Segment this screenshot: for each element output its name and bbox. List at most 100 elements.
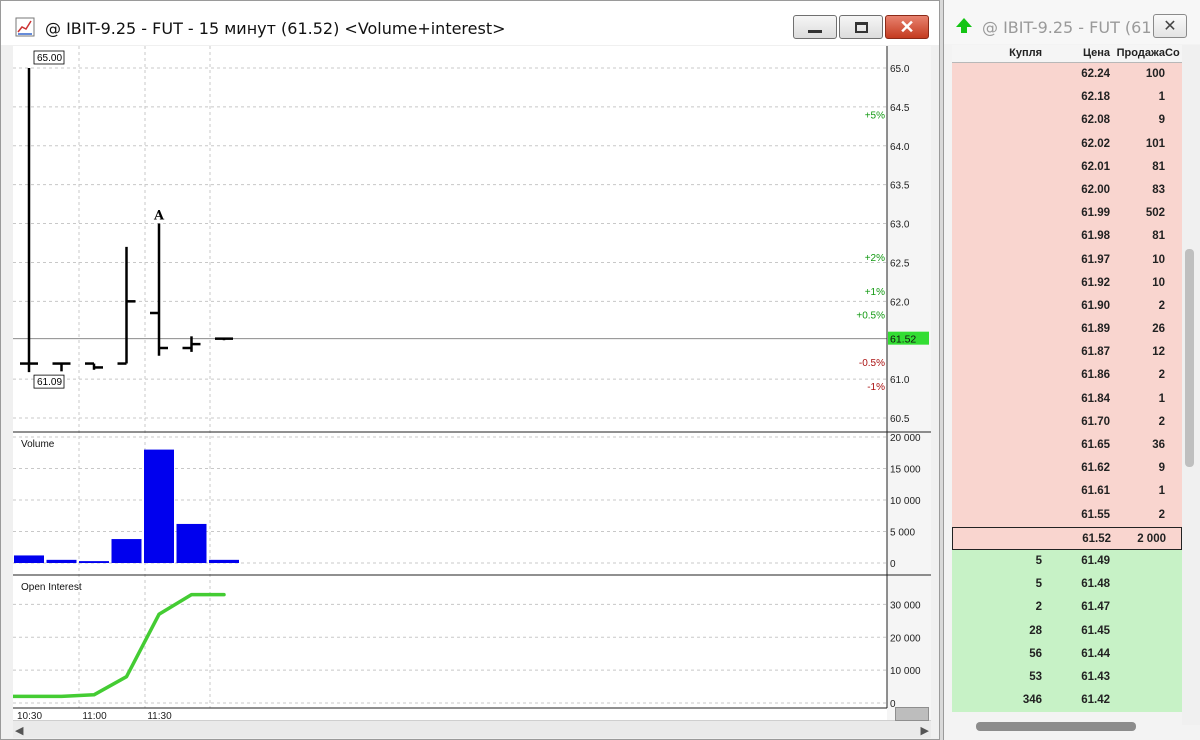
chart-area[interactable]: 65.0 64.5 64.0 63.5 63.0 62.5 62.0 61.0 60.5 61.5… bbox=[13, 46, 931, 720]
order-book-title: @ IBIT-9.25 - FUT (61.... bbox=[982, 18, 1172, 37]
ask-row[interactable]: 61.62 9 bbox=[952, 457, 1182, 481]
minimize-icon bbox=[808, 29, 822, 33]
bid-row[interactable]: 346 61.42 bbox=[952, 689, 1182, 713]
sell-cell: 9 bbox=[1158, 462, 1165, 475]
header-buy[interactable]: Купля bbox=[952, 47, 1042, 59]
scroll-thumb[interactable] bbox=[895, 707, 929, 721]
price-tick-label: 61.0 bbox=[890, 375, 910, 386]
price-cell: 61.43 bbox=[1081, 670, 1110, 683]
open-interest-tick-label: 10 000 bbox=[890, 666, 921, 677]
volume-tick-label: 0 bbox=[890, 559, 896, 570]
order-book-titlebar[interactable]: @ IBIT-9.25 - FUT (61.... ✕ bbox=[944, 0, 1200, 44]
sell-cell: 2 000 bbox=[1137, 532, 1166, 545]
price-cell: 61.42 bbox=[1081, 694, 1110, 707]
sell-cell: 2 bbox=[1158, 415, 1165, 428]
buy-cell: 28 bbox=[1029, 624, 1042, 637]
percent-level-label: +2% bbox=[865, 253, 885, 264]
order-book-close-button[interactable]: ✕ bbox=[1153, 14, 1187, 38]
chart-titlebar[interactable]: @ IBIT-9.25 - FUT - 15 минут (61.52) <Vo… bbox=[1, 1, 939, 45]
price-cell: 61.62 bbox=[1081, 462, 1110, 475]
close-button[interactable]: ✕ bbox=[885, 15, 929, 39]
ask-row[interactable]: 62.24 100 bbox=[952, 63, 1182, 87]
sell-cell: 2 bbox=[1158, 299, 1165, 312]
time-tick-label: 10:30 bbox=[17, 711, 42, 720]
order-book-rows: 62.24 100 62.18 1 62.08 9 62.02 101 62.01 81 62.00… bbox=[952, 63, 1182, 713]
ask-row[interactable]: 61.84 1 bbox=[952, 387, 1182, 411]
price-cell: 62.08 bbox=[1081, 114, 1110, 127]
header-price[interactable]: Цена bbox=[1042, 47, 1110, 59]
chart-horizontal-scrollbar[interactable]: ◀ ▶ bbox=[13, 707, 931, 738]
ask-row[interactable]: 61.99 502 bbox=[952, 202, 1182, 226]
ask-row[interactable]: 61.97 10 bbox=[952, 248, 1182, 272]
percent-level-label: +0.5% bbox=[856, 311, 885, 322]
price-tick-label: 64.0 bbox=[890, 142, 910, 153]
buy-cell: 53 bbox=[1029, 670, 1042, 683]
volume-bar bbox=[14, 555, 44, 563]
sell-cell: 9 bbox=[1158, 114, 1165, 127]
header-sell[interactable]: Продажа bbox=[1112, 47, 1165, 59]
time-tick-label: 11:00 bbox=[82, 711, 107, 720]
price-cell: 61.98 bbox=[1081, 230, 1110, 243]
percent-level-label: -0.5% bbox=[859, 358, 885, 369]
maximize-button[interactable] bbox=[839, 15, 883, 39]
minimize-button[interactable] bbox=[793, 15, 837, 39]
open-interest-tick-label: 30 000 bbox=[890, 600, 921, 611]
price-cell: 61.92 bbox=[1081, 276, 1110, 289]
scroll-left-arrow-icon[interactable]: ◀ bbox=[15, 724, 23, 737]
price-cell: 61.55 bbox=[1081, 508, 1110, 521]
order-book-horizontal-scroll-thumb[interactable] bbox=[976, 722, 1136, 731]
bid-row[interactable]: 56 61.44 bbox=[952, 642, 1182, 666]
percent-level-label: +1% bbox=[865, 287, 885, 298]
bid-row[interactable]: 5 61.49 bbox=[952, 549, 1182, 574]
price-cell: 61.47 bbox=[1081, 601, 1110, 614]
volume-bar bbox=[46, 559, 77, 563]
sell-cell: 1 bbox=[1158, 392, 1165, 405]
ask-row[interactable]: 62.02 101 bbox=[952, 132, 1182, 156]
ask-row[interactable]: 62.01 81 bbox=[952, 155, 1182, 179]
percent-level-label: +5% bbox=[865, 111, 885, 122]
order-book-scroll-thumb[interactable] bbox=[1185, 249, 1194, 467]
ask-row[interactable]: 62.00 83 bbox=[952, 178, 1182, 203]
volume-tick-label: 10 000 bbox=[890, 496, 921, 507]
price-cell: 61.48 bbox=[1081, 578, 1110, 591]
bid-row[interactable]: 2 61.47 bbox=[952, 596, 1182, 620]
price-cell: 61.44 bbox=[1081, 647, 1110, 660]
ask-row[interactable]: 62.08 9 bbox=[952, 109, 1182, 133]
sell-cell: 101 bbox=[1145, 137, 1165, 150]
price-tick-label: 60.5 bbox=[890, 414, 910, 425]
ask-row[interactable]: 61.55 2 bbox=[952, 503, 1182, 527]
ask-row[interactable]: 61.92 10 bbox=[952, 271, 1182, 295]
sell-cell: 83 bbox=[1152, 183, 1165, 196]
scroll-right-arrow-icon[interactable]: ▶ bbox=[921, 724, 929, 737]
ask-row[interactable]: 61.89 26 bbox=[952, 318, 1182, 342]
order-book-vertical-scrollbar[interactable] bbox=[1182, 45, 1200, 725]
maximize-icon bbox=[854, 21, 868, 33]
current-price-row[interactable]: 61.52 2 000 bbox=[952, 526, 1182, 550]
sell-cell: 1 bbox=[1158, 485, 1165, 498]
sell-cell: 2 bbox=[1158, 369, 1165, 382]
high-label: 65.00 bbox=[37, 53, 62, 64]
price-cell: 61.65 bbox=[1081, 439, 1110, 451]
close-icon: ✕ bbox=[899, 17, 915, 37]
volume-bar bbox=[176, 523, 207, 563]
ask-row[interactable]: 61.90 2 bbox=[952, 294, 1182, 319]
price-tick-label: 64.5 bbox=[890, 103, 910, 114]
ask-row[interactable]: 61.86 2 bbox=[952, 364, 1182, 388]
bid-row[interactable]: 28 61.45 bbox=[952, 619, 1182, 643]
low-label: 61.09 bbox=[37, 377, 62, 388]
bid-row[interactable]: 5 61.48 bbox=[952, 573, 1182, 597]
open-interest-tick-label: 20 000 bbox=[890, 633, 921, 644]
order-book-header: Купля Цена Продажа Co bbox=[952, 45, 1182, 63]
ask-row[interactable]: 61.65 36 bbox=[952, 434, 1182, 458]
sell-cell: 10 bbox=[1152, 253, 1165, 266]
ask-row[interactable]: 61.87 12 bbox=[952, 341, 1182, 365]
ask-row[interactable]: 61.61 1 bbox=[952, 480, 1182, 504]
chart-app-icon bbox=[15, 17, 35, 37]
price-cell: 62.01 bbox=[1081, 160, 1110, 173]
header-extra[interactable]: Co bbox=[1165, 47, 1182, 59]
ask-row[interactable]: 62.18 1 bbox=[952, 86, 1182, 110]
open-interest-panel-title: Open Interest bbox=[21, 582, 82, 593]
bid-row[interactable]: 53 61.43 bbox=[952, 665, 1182, 690]
ask-row[interactable]: 61.70 2 bbox=[952, 410, 1182, 434]
ask-row[interactable]: 61.98 81 bbox=[952, 225, 1182, 249]
